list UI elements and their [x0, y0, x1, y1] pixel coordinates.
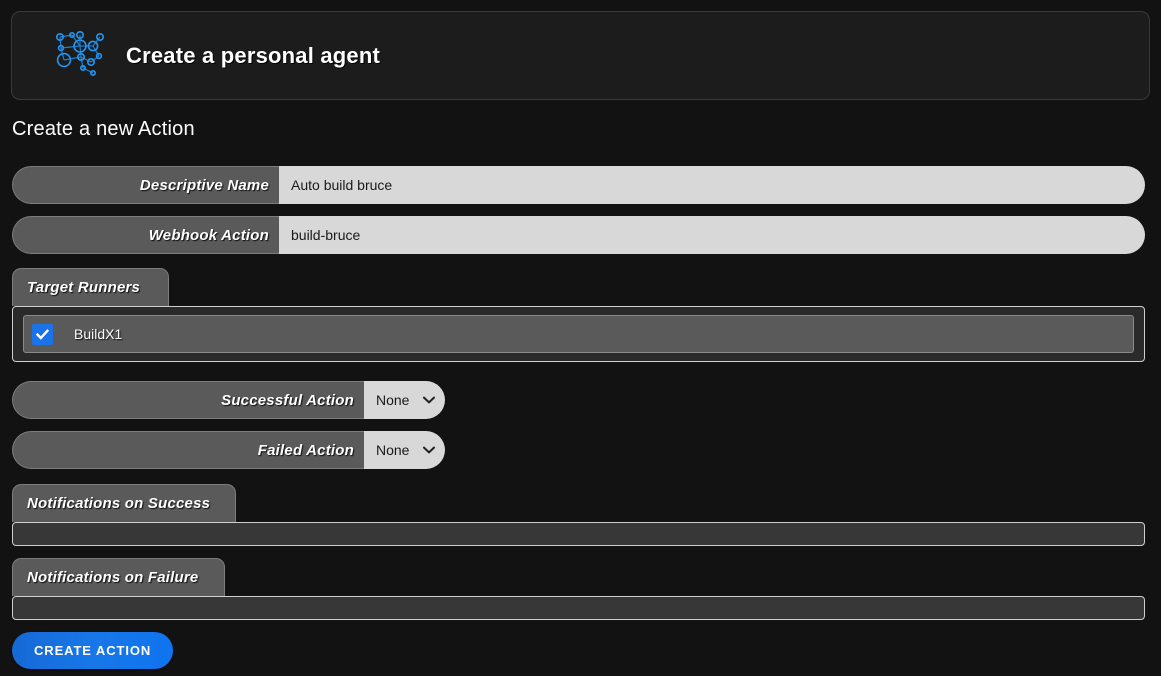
webhook-action-row: Webhook Action: [12, 216, 1145, 254]
notifications-on-success-box[interactable]: [12, 522, 1145, 546]
webhook-action-input[interactable]: [279, 216, 1145, 254]
page-title: Create a personal agent: [126, 42, 381, 68]
section-title: Create a new Action: [12, 118, 195, 140]
descriptive-name-label: Descriptive Name: [12, 166, 279, 204]
list-item[interactable]: BuildX1: [23, 315, 1134, 353]
action-form: Descriptive Name Webhook Action Target R…: [0, 155, 1161, 676]
failed-action-label: Failed Action: [12, 431, 364, 469]
network-nodes-icon: [31, 26, 104, 86]
target-runners-label: Target Runners: [12, 268, 169, 306]
successful-action-select[interactable]: None: [364, 381, 446, 419]
failed-action-row: Failed Action None: [12, 431, 446, 469]
create-action-button[interactable]: CREATE ACTION: [12, 632, 174, 669]
target-runners-panel: BuildX1: [12, 306, 1145, 362]
descriptive-name-input[interactable]: [279, 166, 1145, 204]
app-root: Create a personal agent Create a new Act…: [0, 0, 1161, 676]
descriptive-name-row: Descriptive Name: [12, 166, 1145, 204]
notifications-on-success-label: Notifications on Success: [12, 484, 236, 522]
runner-name-label: BuildX1: [74, 326, 123, 342]
chevron-down-icon: [423, 446, 436, 454]
successful-action-label: Successful Action: [12, 381, 364, 419]
chevron-down-icon: [423, 396, 436, 404]
notifications-on-failure-box[interactable]: [12, 596, 1145, 620]
failed-action-select[interactable]: None: [364, 431, 446, 469]
failed-action-value: None: [376, 442, 410, 458]
runner-checkbox-buildx1[interactable]: [32, 323, 53, 345]
notifications-on-failure-label: Notifications on Failure: [12, 558, 225, 596]
header-card: Create a personal agent: [11, 11, 1150, 100]
webhook-action-label: Webhook Action: [12, 216, 279, 254]
successful-action-value: None: [376, 392, 410, 408]
successful-action-row: Successful Action None: [12, 381, 446, 419]
